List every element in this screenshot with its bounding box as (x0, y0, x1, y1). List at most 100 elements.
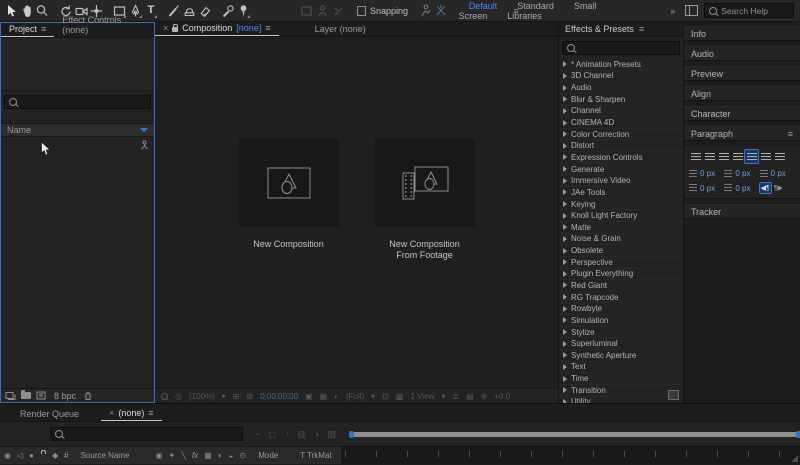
effects-category-row[interactable]: Noise & Grain (559, 234, 683, 246)
effects-category-row[interactable]: Channel (559, 106, 683, 118)
effects-category-row[interactable]: Expression Controls (559, 152, 683, 164)
effects-search-input[interactable] (579, 43, 675, 53)
tab-effect-controls[interactable]: Effect Controls (none) (54, 13, 154, 37)
graph-editor-icon[interactable]: ▨ (327, 429, 336, 440)
text-direction-rtl-button[interactable]: ¶▶ (773, 183, 784, 193)
mask-visibility-icon[interactable]: ⊠ (247, 392, 254, 401)
project-search-input[interactable] (21, 97, 146, 107)
tab-render-queue[interactable]: Render Queue (12, 407, 87, 421)
expand-arrow-icon[interactable] (563, 329, 567, 335)
effects-category-row[interactable]: Perspective (559, 257, 683, 269)
effects-category-row[interactable]: Superluminal (559, 338, 683, 350)
fast-preview-icon[interactable]: ▤ (466, 392, 474, 401)
view-layout-value[interactable]: 1 View (410, 392, 434, 401)
snapping-checkbox[interactable] (357, 6, 366, 16)
space-before-field[interactable]: 0 px (689, 183, 724, 193)
tab-composition[interactable]: × Composition [none] ≡ (155, 21, 279, 36)
expand-arrow-icon[interactable] (563, 178, 567, 184)
panel-menu-icon[interactable]: ≡ (639, 24, 644, 34)
panel-menu-icon[interactable]: ≡ (788, 129, 793, 139)
video-visibility-icon[interactable]: ◉ (4, 451, 11, 460)
workspace-switcher-icon[interactable] (685, 5, 698, 16)
adjustment-layer-icon[interactable]: ◒ (229, 451, 234, 460)
expand-arrow-icon[interactable] (563, 341, 567, 347)
tab-timeline-none[interactable]: × (none) ≡ (101, 406, 162, 421)
eraser-tool-icon[interactable] (198, 3, 213, 19)
time-ruler[interactable] (341, 446, 800, 464)
panel-options-icon[interactable] (668, 390, 679, 400)
effects-category-row[interactable]: Rowbyte (559, 303, 683, 315)
paragraph-panel-header[interactable]: Paragraph ≡ (684, 126, 800, 141)
justify-all-button[interactable] (773, 150, 786, 163)
new-folder-icon[interactable] (21, 392, 31, 399)
expand-arrow-icon[interactable] (563, 248, 567, 254)
help-search-input[interactable] (721, 6, 789, 16)
region-of-interest-icon[interactable]: ⊡ (382, 392, 389, 401)
justify-last-center-button[interactable] (745, 150, 758, 163)
space-after-field[interactable]: 0 px (724, 183, 759, 193)
label-color-icon[interactable]: ◆ (52, 451, 58, 460)
panel-section-header[interactable]: Info (684, 26, 800, 41)
zoom-value[interactable]: (100%) (189, 392, 215, 401)
new-composition-from-footage-button[interactable]: New Composition From Footage (375, 139, 475, 261)
expand-arrow-icon[interactable] (563, 317, 567, 323)
effects-panel-header[interactable]: Effects & Presets ≡ (559, 22, 683, 37)
motion-blur-icon[interactable]: ◑ (314, 429, 319, 440)
zoom-tool-icon[interactable] (35, 3, 50, 19)
audio-icon[interactable]: ◁ (17, 451, 23, 460)
expand-arrow-icon[interactable] (563, 352, 567, 358)
effects-category-row[interactable]: Plugin Everything (559, 269, 683, 281)
project-search-box[interactable] (4, 95, 151, 109)
workspace-overflow-icon[interactable]: » (670, 6, 675, 16)
panel-section-header[interactable]: Character (684, 106, 800, 121)
effects-category-row[interactable]: Time (559, 373, 683, 385)
expand-arrow-icon[interactable] (563, 166, 567, 172)
expand-arrow-icon[interactable] (563, 143, 567, 149)
project-name-column-header[interactable]: Name (1, 123, 154, 137)
panel-menu-icon[interactable]: ≡ (148, 408, 153, 418)
expand-arrow-icon[interactable] (563, 282, 567, 288)
expand-arrow-icon[interactable] (563, 224, 567, 230)
align-left-button[interactable] (689, 150, 702, 163)
timeline-search-box[interactable] (50, 427, 243, 441)
effects-category-row[interactable]: Text (559, 362, 683, 374)
hide-shy-icon[interactable]: ◔ (284, 429, 289, 440)
expand-arrow-icon[interactable] (563, 189, 567, 195)
expand-arrow-icon[interactable] (563, 294, 567, 300)
effects-category-row[interactable]: JAe Tools (559, 187, 683, 199)
expand-arrow-icon[interactable] (563, 61, 567, 67)
collapse-icon[interactable]: ✦ (169, 451, 176, 460)
three-d-layer-icon[interactable]: ⊙ (240, 451, 247, 460)
expand-arrow-icon[interactable] (563, 201, 567, 207)
effects-category-row[interactable]: Generate (559, 164, 683, 176)
mode-column[interactable]: Mode (258, 451, 278, 460)
effects-category-row[interactable]: * Animation Presets (559, 59, 683, 71)
effects-category-row[interactable]: Synthetic Aperture (559, 350, 683, 362)
close-icon[interactable]: × (163, 23, 168, 33)
justify-last-left-button[interactable] (731, 150, 744, 163)
expand-arrow-icon[interactable] (563, 96, 567, 102)
expand-arrow-icon[interactable] (563, 85, 567, 91)
expand-arrow-icon[interactable] (563, 154, 567, 160)
help-search-box[interactable] (704, 3, 794, 18)
new-composition-button[interactable]: New Composition (239, 139, 339, 261)
expand-arrow-icon[interactable] (563, 259, 567, 265)
panel-section-header[interactable]: Preview (684, 66, 800, 81)
solo-icon[interactable]: ● (29, 451, 34, 460)
brush-tool-icon[interactable] (166, 3, 181, 19)
indent-right-field[interactable]: 0 px (760, 169, 795, 178)
clone-stamp-tool-icon[interactable] (182, 3, 197, 19)
effects-category-row[interactable]: Audio (559, 82, 683, 94)
mini-flowchart-icon[interactable]: ⌁ (255, 429, 260, 440)
effects-category-row[interactable]: Red Giant (559, 280, 683, 292)
roi-icon[interactable]: ◎ (175, 392, 182, 401)
transparency-grid-icon[interactable]: ▩ (396, 392, 404, 401)
text-direction-ltr-button[interactable]: ◀¶ (760, 183, 771, 193)
roto-brush-tool-icon[interactable] (220, 3, 235, 19)
source-name-column[interactable]: Source Name (81, 451, 130, 460)
channels-icon[interactable]: ◐ (334, 392, 339, 401)
timeline-search-input[interactable] (67, 429, 238, 439)
expand-arrow-icon[interactable] (563, 364, 567, 370)
expand-arrow-icon[interactable] (563, 213, 567, 219)
mini-flowchart-icon[interactable]: ⊕ (481, 392, 488, 401)
